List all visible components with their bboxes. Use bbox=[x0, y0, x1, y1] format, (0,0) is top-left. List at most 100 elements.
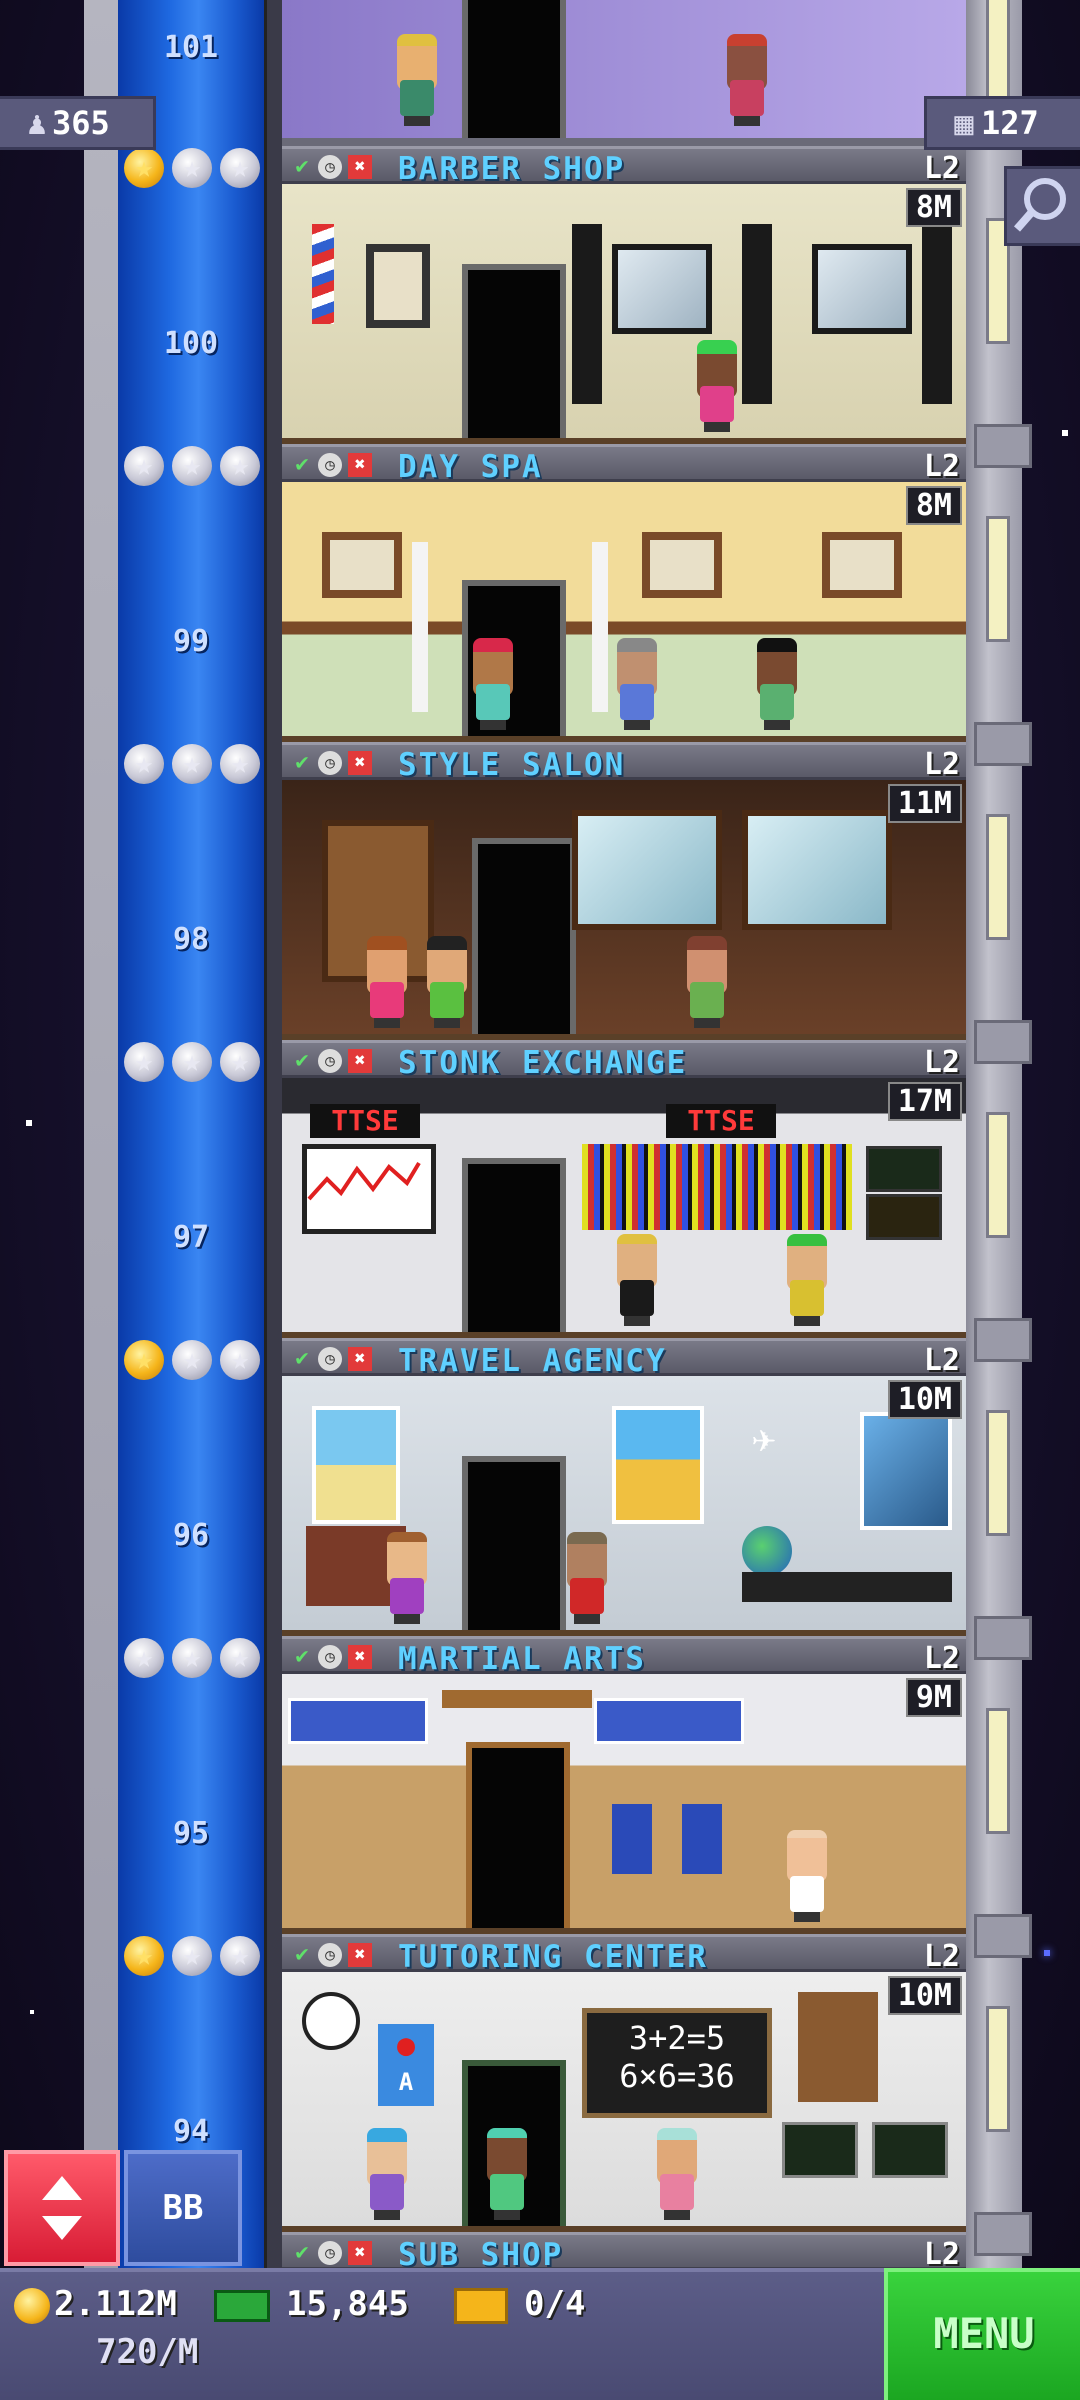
tenant-sprite[interactable] bbox=[782, 1830, 832, 1922]
check-icon[interactable]: ✔ bbox=[290, 453, 314, 477]
wall-painting bbox=[642, 532, 722, 598]
clock-icon[interactable]: ◷ bbox=[318, 155, 342, 179]
close-icon[interactable]: ✖ bbox=[348, 1049, 372, 1073]
bridge-poster bbox=[860, 1412, 952, 1530]
check-icon[interactable]: ✔ bbox=[290, 751, 314, 775]
floor-header[interactable]: ✔ ◷ ✖ TRAVEL AGENCY L2 bbox=[282, 1338, 966, 1379]
tenant-sprite[interactable] bbox=[782, 1234, 832, 1326]
tenant-sprite[interactable] bbox=[392, 34, 442, 126]
clock-icon[interactable]: ◷ bbox=[318, 1645, 342, 1669]
floor-number: 95 bbox=[172, 1816, 210, 1851]
floor-income-badge: 8M bbox=[905, 486, 962, 525]
floor-name: BARBER SHOP bbox=[398, 151, 626, 187]
tower-window bbox=[986, 814, 1010, 940]
barber-pole-icon bbox=[312, 224, 334, 324]
floor-sub-shop[interactable]: ✔ ◷ ✖ SUB SHOP L2 bbox=[282, 2232, 966, 2273]
chalkboard: 3+2=5 6×6=36 bbox=[582, 2008, 772, 2118]
floor-level: L2 bbox=[923, 2237, 960, 2272]
tower-left-wall bbox=[84, 0, 122, 2290]
floors-counter[interactable]: ▦ 127 bbox=[924, 96, 1080, 150]
check-icon[interactable]: ✔ bbox=[290, 1347, 314, 1371]
close-icon[interactable]: ✖ bbox=[348, 1943, 372, 1967]
search-icon bbox=[1013, 178, 1066, 232]
floor-gym-partial[interactable] bbox=[282, 0, 966, 146]
tenant-sprite[interactable] bbox=[362, 936, 412, 1028]
close-icon[interactable]: ✖ bbox=[348, 1645, 372, 1669]
floor-travel-agency[interactable]: ✔ ◷ ✖ TRAVEL AGENCY L2 ✈ 10M bbox=[282, 1338, 966, 1636]
star-icon: ★ bbox=[172, 446, 212, 486]
floor-number: 97 bbox=[172, 1220, 210, 1255]
floor-header[interactable]: ✔ ◷ ✖ STYLE SALON L2 bbox=[282, 742, 966, 783]
tenant-sprite[interactable] bbox=[682, 936, 732, 1028]
floor-header[interactable]: ✔ ◷ ✖ STONK EXCHANGE L2 bbox=[282, 1040, 966, 1081]
floor-level: L2 bbox=[923, 151, 960, 186]
check-icon[interactable]: ✔ bbox=[290, 1049, 314, 1073]
tenant-sprite[interactable] bbox=[692, 340, 742, 432]
clock-icon[interactable]: ◷ bbox=[318, 751, 342, 775]
tenant-sprite[interactable] bbox=[652, 2128, 702, 2220]
close-icon[interactable]: ✖ bbox=[348, 2241, 372, 2265]
close-icon[interactable]: ✖ bbox=[348, 453, 372, 477]
close-icon[interactable]: ✖ bbox=[348, 1347, 372, 1371]
floor-barber-shop[interactable]: ✔ ◷ ✖ BARBER SHOP L2 8M bbox=[282, 146, 966, 444]
star-decoration bbox=[1044, 1950, 1050, 1956]
close-icon[interactable]: ✖ bbox=[348, 155, 372, 179]
mirror bbox=[812, 244, 912, 334]
check-icon[interactable]: ✔ bbox=[290, 2241, 314, 2265]
floor-day-spa[interactable]: ✔ ◷ ✖ DAY SPA L2 8M bbox=[282, 444, 966, 742]
clock-icon[interactable]: ◷ bbox=[318, 1049, 342, 1073]
star-icon: ★ bbox=[220, 1042, 260, 1082]
floor-tutoring-center[interactable]: ✔ ◷ ✖ TUTORING CENTER L2 ● A 3+2=5 6×6=3… bbox=[282, 1934, 966, 2232]
floor-header[interactable]: ✔ ◷ ✖ DAY SPA L2 bbox=[282, 444, 966, 485]
bitbook-button[interactable]: BB bbox=[124, 2150, 242, 2266]
floor-level: L2 bbox=[923, 1045, 960, 1080]
star-icon: ★ bbox=[172, 1638, 212, 1678]
floor-star-rating: ★ ★ ★ bbox=[118, 444, 264, 488]
floor-header[interactable]: ✔ ◷ ✖ BARBER SHOP L2 bbox=[282, 146, 966, 187]
airplane-icon: ✈ bbox=[752, 1416, 777, 1462]
search-button[interactable] bbox=[1004, 166, 1080, 246]
lamp bbox=[592, 542, 608, 712]
check-icon[interactable]: ✔ bbox=[290, 1943, 314, 1967]
lamp bbox=[412, 542, 428, 712]
door bbox=[462, 264, 566, 438]
check-icon[interactable]: ✔ bbox=[290, 1645, 314, 1669]
banner bbox=[288, 1698, 428, 1744]
floor-style-salon[interactable]: ✔ ◷ ✖ STYLE SALON L2 11M bbox=[282, 742, 966, 1040]
floor-header[interactable]: ✔ ◷ ✖ TUTORING CENTER L2 bbox=[282, 1934, 966, 1975]
floor-level: L2 bbox=[923, 747, 960, 782]
ttse-sign: TTSE bbox=[310, 1104, 420, 1138]
floor-income-badge: 11M bbox=[887, 784, 962, 823]
clock-icon[interactable]: ◷ bbox=[318, 1347, 342, 1371]
floor-header[interactable]: ✔ ◷ ✖ MARTIAL ARTS L2 bbox=[282, 1636, 966, 1677]
door bbox=[462, 1158, 566, 1332]
tenant-sprite[interactable] bbox=[562, 1532, 612, 1624]
check-icon[interactable]: ✔ bbox=[290, 155, 314, 179]
close-icon[interactable]: ✖ bbox=[348, 751, 372, 775]
clock-icon[interactable]: ◷ bbox=[318, 453, 342, 477]
elevator-control-button[interactable] bbox=[4, 2150, 120, 2266]
tenant-sprite[interactable] bbox=[722, 34, 772, 126]
tenant-sprite[interactable] bbox=[422, 936, 472, 1028]
clock-icon[interactable]: ◷ bbox=[318, 2241, 342, 2265]
star-icon: ★ bbox=[124, 1638, 164, 1678]
tenant-sprite[interactable] bbox=[362, 2128, 412, 2220]
shelf bbox=[572, 224, 602, 404]
tenant-sprite[interactable] bbox=[612, 1234, 662, 1326]
floor-martial-arts[interactable]: ✔ ◷ ✖ MARTIAL ARTS L2 9M bbox=[282, 1636, 966, 1934]
floor-stonk-exchange[interactable]: ✔ ◷ ✖ STONK EXCHANGE L2 TTSE TTSE 17M bbox=[282, 1040, 966, 1338]
tenant-sprite[interactable] bbox=[752, 638, 802, 730]
floor-star-rating: ★ ★ ★ bbox=[118, 146, 264, 190]
population-counter[interactable]: ♟ 365 bbox=[0, 96, 156, 150]
mirror bbox=[612, 244, 712, 334]
floors-value: 127 bbox=[981, 104, 1039, 142]
tenant-sprite[interactable] bbox=[382, 1532, 432, 1624]
tenant-sprite[interactable] bbox=[482, 2128, 532, 2220]
tenant-sprite[interactable] bbox=[468, 638, 518, 730]
clock-icon[interactable]: ◷ bbox=[318, 1943, 342, 1967]
tower-window bbox=[986, 1112, 1010, 1238]
floor-header[interactable]: ✔ ◷ ✖ SUB SHOP L2 bbox=[282, 2232, 966, 2273]
tenant-sprite[interactable] bbox=[612, 638, 662, 730]
menu-button[interactable]: MENU bbox=[884, 2268, 1080, 2400]
apple-icon: ● bbox=[396, 2028, 416, 2063]
